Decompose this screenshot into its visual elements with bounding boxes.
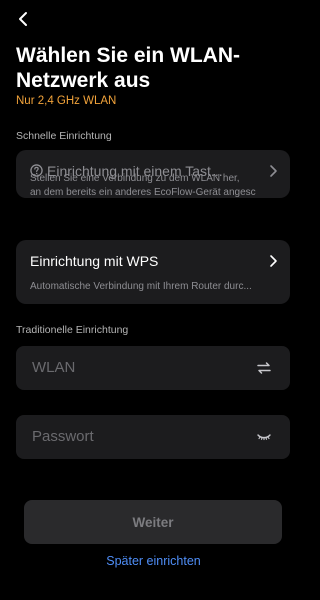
one-tap-setup-description-line1: Stellen Sie eine Verbindung zu dem WLAN … [30,173,240,184]
one-tap-setup-description-line2: an dem bereits ein anderes EcoFlow-Gerät… [30,187,256,198]
swap-arrows-icon[interactable] [256,360,272,376]
password-field-placeholder: Passwort [32,428,94,445]
band-hint: Nur 2,4 GHz WLAN [16,95,117,107]
wlan-field-placeholder: WLAN [32,359,76,376]
password-field[interactable]: Passwort [16,415,290,459]
setup-later-link[interactable]: Später einrichten [0,554,307,568]
quick-setup-label: Schnelle Einrichtung [16,130,112,142]
page-title: Wählen Sie ein WLAN-Netzwerk aus [16,44,241,92]
wps-setup-title: Einrichtung mit WPS [30,253,159,269]
traditional-setup-label: Traditionelle Einrichtung [16,324,129,336]
back-button[interactable] [14,10,32,28]
wlan-field[interactable]: WLAN [16,346,290,390]
wps-setup-card[interactable]: Einrichtung mit WPS Automatische Verbind… [16,240,290,304]
chevron-left-icon [19,12,27,26]
chevron-right-icon [270,255,277,267]
wps-setup-description: Automatische Verbindung mit Ihrem Router… [30,281,252,292]
continue-button[interactable]: Weiter [24,500,282,544]
eye-closed-icon[interactable] [256,429,272,445]
